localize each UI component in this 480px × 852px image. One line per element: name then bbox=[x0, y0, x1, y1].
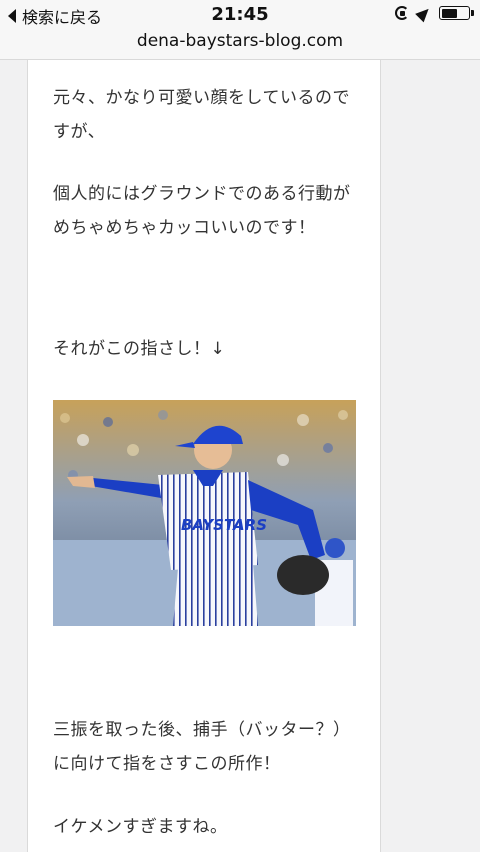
paragraph-1: 元々、かなり可愛い顔をしているのですが、 bbox=[53, 88, 350, 142]
photo-illustration: BAYSTARS bbox=[53, 400, 356, 626]
battery-level bbox=[441, 8, 458, 18]
url-bar[interactable]: dena-baystars-blog.com bbox=[0, 30, 480, 60]
paragraph-4: 三振を取った後、捕手（バッター？）に向けて指をさすこの所作！ bbox=[53, 720, 351, 774]
battery-cap bbox=[471, 10, 474, 16]
pitcher-pointing-photo: BAYSTARS bbox=[53, 400, 356, 626]
svg-text:BAYSTARS: BAYSTARS bbox=[181, 516, 267, 534]
status-icons bbox=[395, 4, 474, 22]
url-text[interactable]: dena-baystars-blog.com bbox=[0, 31, 480, 51]
battery-icon bbox=[439, 6, 474, 20]
paragraph-3: それがこの指さし！↓ bbox=[53, 339, 226, 359]
rotation-lock-icon bbox=[395, 6, 409, 20]
status-bar: 検索に戻る 21:45 bbox=[0, 0, 480, 30]
paragraph-2: 個人的にはグラウンドでのある行動がめちゃめちゃカッコいいのです！ bbox=[53, 184, 351, 238]
article-body: 元々、かなり可愛い顔をしているのですが、 個人的にはグラウンドでのある行動がめち… bbox=[27, 60, 381, 852]
paragraph-5: イケメンすぎますね。 bbox=[53, 817, 228, 837]
location-arrow-icon bbox=[415, 4, 433, 22]
